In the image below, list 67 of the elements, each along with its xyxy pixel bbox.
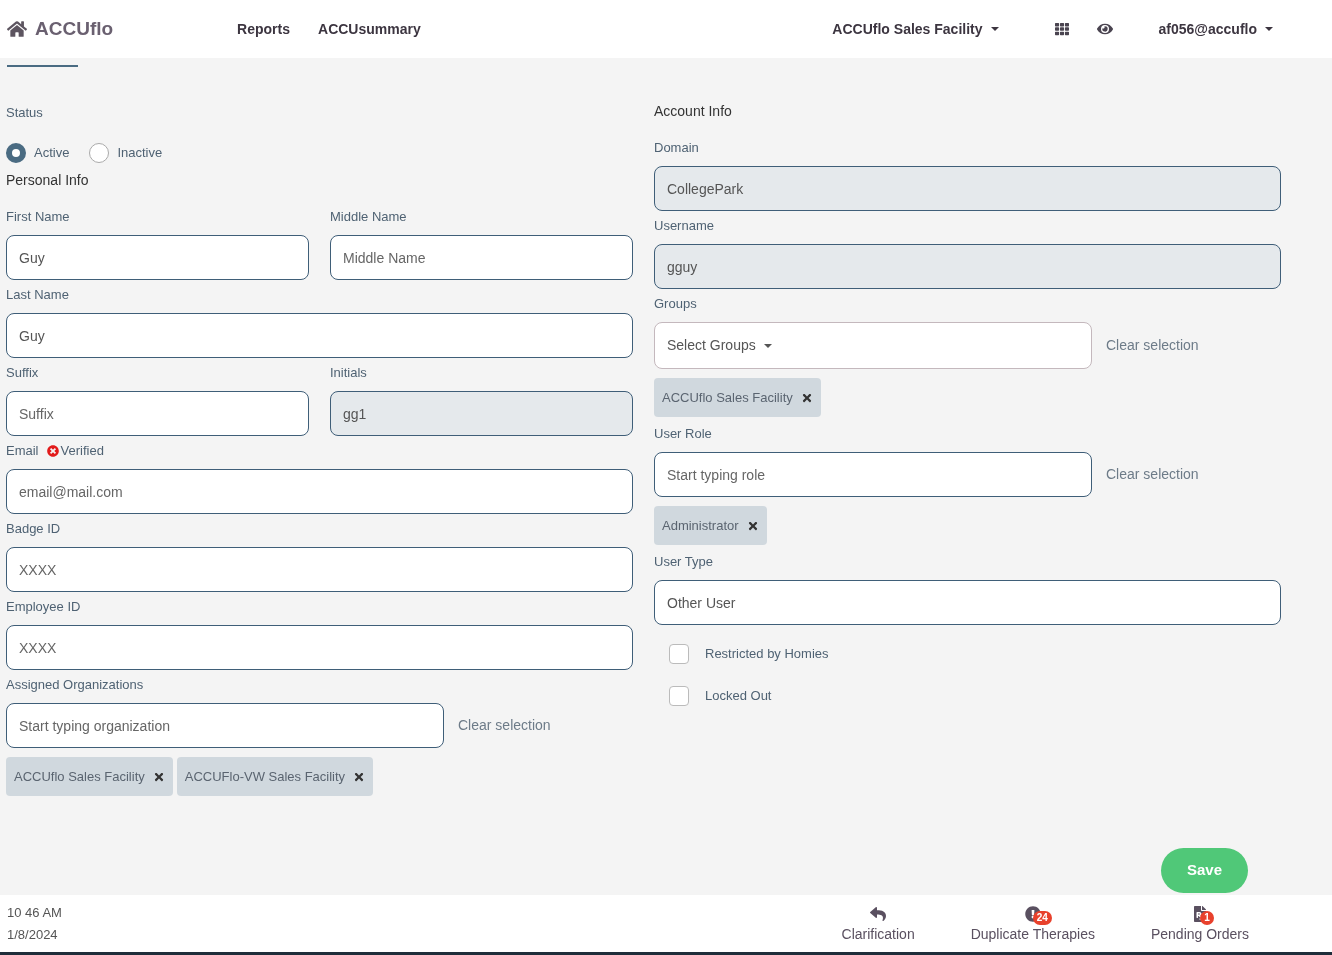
count-badge: 24 xyxy=(1032,911,1052,925)
caret-icon xyxy=(990,27,999,31)
input-field[interactable]: Middle Name xyxy=(330,235,633,280)
input-field[interactable]: Guy xyxy=(6,313,633,358)
field-label: User Type xyxy=(654,553,713,571)
nav-link[interactable]: Reports xyxy=(237,18,290,40)
field-label: Email xyxy=(6,442,39,460)
brand-logo[interactable]: ACCUflo xyxy=(35,14,114,44)
count-badge: 1 xyxy=(1199,911,1214,925)
tag-label: Administrator xyxy=(662,516,739,535)
section-title: Personal Info xyxy=(6,171,90,190)
input-field[interactable]: Start typing organization xyxy=(6,703,444,748)
tag-label: ACCUflo Sales Facility xyxy=(14,767,145,786)
reply-arrow-icon xyxy=(870,906,887,922)
field-label: Initials xyxy=(330,364,367,382)
checkbox[interactable] xyxy=(669,686,689,706)
tag-label: ACCUFlo-VW Sales Facility xyxy=(184,767,346,786)
input-field[interactable]: email@mail.com xyxy=(6,469,633,514)
footer-action-button[interactable]: 24 Duplicate Therapies xyxy=(970,902,1095,945)
field-label: Groups xyxy=(654,295,698,313)
date-text: 1/8/2024 xyxy=(7,925,59,944)
remove-icon[interactable] xyxy=(746,519,759,532)
radio-label: Inactive xyxy=(117,144,163,163)
field-label: Badge ID xyxy=(6,520,61,538)
eye-icon[interactable] xyxy=(1096,21,1113,37)
grid-icon[interactable] xyxy=(1054,22,1069,36)
input-field[interactable]: Other User xyxy=(654,580,1281,625)
checkbox-label: Locked Out xyxy=(705,687,772,706)
checkbox[interactable] xyxy=(669,644,689,664)
input-field[interactable]: Suffix xyxy=(6,391,309,436)
time-text: 10 46 AM xyxy=(7,903,62,922)
facility-dropdown[interactable]: ACCUflo Sales Facility xyxy=(832,18,999,40)
section-title: Account Info xyxy=(654,102,733,121)
caret-icon xyxy=(1265,27,1273,31)
home-icon[interactable] xyxy=(7,19,27,39)
caret-icon xyxy=(763,343,772,348)
footer-action-button[interactable]: Clarification xyxy=(841,902,915,945)
field-label: Username xyxy=(654,217,714,235)
nav-link[interactable]: ACCUsummary xyxy=(318,18,421,40)
input-field[interactable]: Start typing role xyxy=(654,452,1092,497)
field-label: Last Name xyxy=(6,286,69,304)
field-label: First Name xyxy=(6,208,70,226)
field-label: Assigned Organizations xyxy=(6,676,145,694)
input-field[interactable]: XXXX xyxy=(6,625,633,670)
radio-button[interactable] xyxy=(89,143,110,163)
radio-label: Active xyxy=(34,144,70,163)
footer-action-button[interactable]: 1 Pending Orders xyxy=(1150,902,1249,945)
clear-selection-link[interactable]: Clear selection xyxy=(1106,464,1199,485)
clear-selection-link[interactable]: Clear selection xyxy=(1106,335,1199,356)
remove-icon[interactable] xyxy=(800,391,813,404)
input-field[interactable]: Guy xyxy=(6,235,309,280)
user-menu[interactable]: af056@accuflo xyxy=(1158,18,1273,40)
field-label: Domain xyxy=(654,139,699,157)
groups-select[interactable]: Select Groups xyxy=(654,322,1092,369)
section-label: Status xyxy=(6,104,44,122)
tag-label: ACCUflo Sales Facility xyxy=(662,388,793,407)
remove-icon[interactable] xyxy=(152,770,165,783)
field-label: Employee ID xyxy=(6,598,81,616)
field-label: Suffix xyxy=(6,364,39,382)
clear-selection-link[interactable]: Clear selection xyxy=(458,715,551,736)
radio-button[interactable] xyxy=(6,143,26,163)
remove-icon[interactable] xyxy=(353,770,366,783)
input-field[interactable]: XXXX xyxy=(6,547,633,592)
field-label: Middle Name xyxy=(330,208,407,226)
field-label: User Role xyxy=(654,425,713,443)
verification-label: Verified xyxy=(60,442,104,460)
checkbox-label: Restricted by Homies xyxy=(705,645,829,664)
